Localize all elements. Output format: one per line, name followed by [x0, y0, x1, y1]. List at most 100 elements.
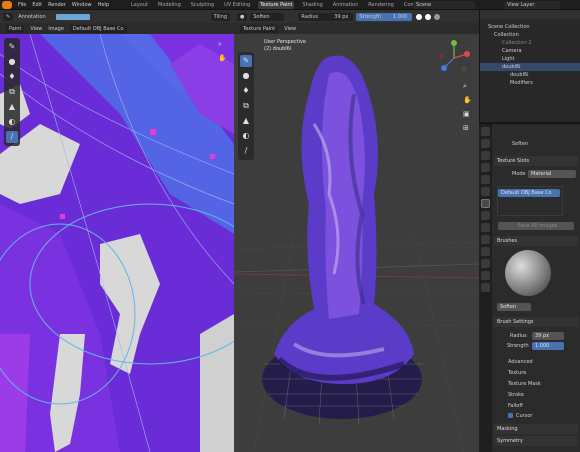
blender-logo-icon[interactable] [2, 0, 12, 9]
texture-tab-icon[interactable] [481, 283, 490, 292]
outliner-row[interactable]: Collection [480, 31, 580, 39]
outliner-row[interactable]: Camera [480, 47, 580, 55]
menu-file[interactable]: File [18, 2, 26, 8]
scene-tab-icon[interactable] [481, 175, 490, 184]
outliner-row[interactable]: doubl6i [480, 71, 580, 79]
strength-value: 1.000 [393, 13, 408, 20]
viewport-tool-header: ● Soften Radius 39 px Strength 1.000 [234, 10, 479, 23]
brush-strength-field[interactable]: 1.000 [532, 342, 564, 350]
tab-modeling[interactable]: Modeling [156, 1, 183, 9]
outliner-row[interactable]: doubl6i [480, 63, 580, 71]
outliner-row[interactable]: Light [480, 55, 580, 63]
pan-view-icon[interactable]: ✋ [463, 96, 472, 104]
tab-sculpting[interactable]: Sculpting [189, 1, 216, 9]
brushes-section[interactable]: Brushes [494, 236, 578, 246]
brush-selector[interactable]: Soften [497, 303, 531, 311]
subsection-texture-mask[interactable]: Texture Mask [508, 381, 541, 387]
annotation-tool-icon[interactable]: ✎ [3, 12, 14, 21]
fill-brush-icon[interactable]: ▲ [6, 101, 18, 113]
annotate-tool-icon[interactable]: / [240, 145, 252, 157]
tool-tab-icon[interactable] [481, 127, 490, 136]
output-tab-icon[interactable] [481, 151, 490, 160]
blend-mode-icon[interactable] [434, 13, 441, 20]
interaction-mode-dropdown[interactable]: Texture Paint [240, 24, 279, 33]
mode-dropdown[interactable]: Material [528, 170, 576, 178]
modifier-tab-icon[interactable] [481, 211, 490, 220]
viewport-menu-view[interactable]: View [284, 26, 296, 32]
tab-rendering[interactable]: Rendering [366, 1, 396, 9]
physics-tab-icon[interactable] [481, 235, 490, 244]
brush-preview-icon[interactable]: ● [237, 12, 248, 21]
save-all-images-button[interactable]: Save All Images [498, 222, 574, 230]
top-bar: File Edit Render Window Help Layout Mode… [0, 0, 580, 10]
clone-tool-icon[interactable]: ⧉ [240, 100, 252, 112]
outliner-panel: Scene Collection Collection Collection 2… [479, 10, 580, 122]
brush-name-field[interactable]: Soften [250, 12, 285, 21]
projection-toggle-icon[interactable]: ⊞ [463, 124, 469, 132]
view-layer-selector[interactable]: View Layer [504, 1, 560, 9]
object-tab-icon[interactable] [481, 199, 490, 208]
clone-brush-icon[interactable]: ⧉ [6, 86, 18, 98]
image-editor-canvas[interactable]: ✎ ● ♦ ⧉ ▲ ◐ / ⌕ ✋ [0, 34, 234, 452]
pan-hand-icon[interactable]: ✋ [218, 54, 227, 62]
color-swatch-icon[interactable] [416, 13, 423, 20]
subsection-advanced[interactable]: Advanced [508, 359, 533, 365]
smear-tool-icon[interactable]: ♦ [240, 85, 252, 97]
masking-section[interactable]: Masking [494, 424, 578, 434]
secondary-color-icon[interactable] [425, 13, 432, 20]
outliner-row[interactable]: Collection 2 [480, 39, 580, 47]
symmetry-section[interactable]: Symmetry [494, 436, 578, 446]
scene-selector[interactable]: Scene [413, 1, 475, 9]
particles-tab-icon[interactable] [481, 223, 490, 232]
render-tab-icon[interactable] [481, 139, 490, 148]
tab-animation[interactable]: Animation [331, 1, 361, 9]
viewport-strength-field[interactable]: Strength 1.000 [356, 12, 413, 21]
subsection-stroke[interactable]: Stroke [508, 392, 524, 398]
view-layer-tab-icon[interactable] [481, 163, 490, 172]
tab-shading[interactable]: Shading [300, 1, 324, 9]
zoom-icon[interactable]: ⌕ [218, 40, 222, 49]
zoom-view-icon[interactable]: ⌕ [463, 82, 467, 91]
tiling-dropdown[interactable]: Tiling [210, 12, 230, 21]
smear-brush-icon[interactable]: ♦ [6, 71, 18, 83]
mask-tool-icon[interactable]: ◐ [240, 130, 252, 142]
material-tab-icon[interactable] [481, 271, 490, 280]
3d-viewport[interactable]: ✎ ● ♦ ⧉ ▲ ◐ / User Perspective (2) doubl… [234, 34, 479, 452]
soften-brush-icon[interactable]: ● [6, 56, 18, 68]
world-tab-icon[interactable] [481, 187, 490, 196]
subsection-texture[interactable]: Texture [508, 370, 526, 376]
navigation-gizmo[interactable] [434, 38, 474, 78]
editor-mode-dropdown[interactable]: Paint [6, 24, 25, 33]
menu-window[interactable]: Window [72, 2, 92, 8]
viewport-radius-field[interactable]: Radius 39 px [298, 12, 354, 21]
menu-help[interactable]: Help [98, 2, 109, 8]
camera-view-icon[interactable]: ▣ [463, 110, 470, 118]
menu-image[interactable]: Image [48, 26, 64, 32]
image-selector[interactable]: Default OBJ Base Co [69, 24, 127, 33]
brush-preview-sphere-icon[interactable] [505, 250, 551, 296]
menu-edit[interactable]: Edit [32, 2, 42, 8]
outliner-row[interactable]: Modifiers [480, 79, 580, 87]
draw-brush-icon[interactable]: ✎ [6, 41, 18, 53]
subsection-cursor[interactable]: Cursor [516, 413, 532, 419]
outliner-scene-collection[interactable]: Scene Collection [480, 23, 580, 31]
subsection-falloff[interactable]: Falloff [508, 403, 523, 409]
texture-slots-section[interactable]: Texture Slots [494, 156, 578, 166]
brush-radius-field[interactable]: 39 px [532, 332, 564, 340]
annotate-icon[interactable]: / [6, 131, 18, 143]
menu-view[interactable]: View [30, 26, 42, 32]
brush-settings-section[interactable]: Brush Settings [494, 317, 578, 327]
draw-tool-icon[interactable]: ✎ [240, 55, 252, 67]
tab-uv-editing[interactable]: UV Editing [222, 1, 252, 9]
tab-layout[interactable]: Layout [129, 1, 150, 9]
mask-brush-icon[interactable]: ◐ [6, 116, 18, 128]
data-tab-icon[interactable] [481, 259, 490, 268]
annotation-color-swatch[interactable] [55, 13, 90, 20]
cursor-checkbox[interactable] [508, 413, 513, 418]
soften-tool-icon[interactable]: ● [240, 70, 252, 82]
tab-texture-paint[interactable]: Texture Paint [258, 0, 295, 9]
brush-strength-label: Strength [507, 343, 529, 349]
fill-tool-icon[interactable]: ▲ [240, 115, 252, 127]
menu-render[interactable]: Render [48, 2, 66, 8]
constraints-tab-icon[interactable] [481, 247, 490, 256]
